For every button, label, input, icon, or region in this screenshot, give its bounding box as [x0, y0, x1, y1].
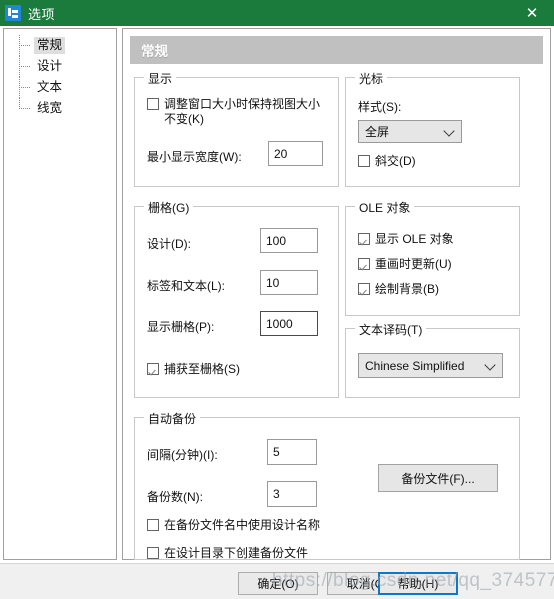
options-dialog: 选项 ✕ 常规 设计 文本 线宽 常规 显示 调整窗口大小时保持视图大小不变(K…: [0, 0, 554, 599]
backup-files-button[interactable]: 备份文件(F)...: [378, 464, 498, 492]
text-decode-value: Chinese Simplified: [365, 358, 465, 373]
backup-count-input[interactable]: 3: [267, 481, 317, 507]
create-in-design-dir-checkbox[interactable]: 在设计目录下创建备份文件: [147, 546, 308, 561]
backup-count-label: 备份数(N):: [147, 490, 203, 504]
tree-branch-icon: [16, 35, 34, 56]
sidebar-item-general[interactable]: 常规: [4, 35, 116, 56]
checkbox-box: [358, 155, 370, 167]
group-autobackup-legend: 自动备份: [144, 410, 201, 427]
backup-interval-input[interactable]: 5: [267, 439, 317, 465]
settings-panel: 常规 显示 调整窗口大小时保持视图大小不变(K) 最小显示宽度(W): 20 光…: [122, 28, 551, 560]
grid-design-input[interactable]: 100: [260, 228, 318, 253]
group-grid: 栅格(G) 设计(D): 100 标签和文本(L): 10 显示栅格(P): 1…: [134, 199, 339, 398]
snap-to-grid-label: 捕获至栅格(S): [164, 362, 240, 376]
cursor-style-label: 样式(S):: [358, 100, 402, 114]
group-cursor-legend: 光标: [355, 70, 388, 87]
category-tree[interactable]: 常规 设计 文本 线宽: [3, 28, 117, 560]
group-cursor: 光标 样式(S): 全屏 斜交(D): [345, 70, 520, 187]
oblique-checkbox[interactable]: 斜交(D): [358, 154, 416, 169]
chevron-down-icon: [443, 124, 455, 137]
dialog-body: 常规 设计 文本 线宽 常规 显示 调整窗口大小时保持视图大小不变(K) 最小显…: [0, 26, 554, 563]
tree-branch-icon: [16, 77, 34, 98]
grid-display-label: 显示栅格(P):: [147, 320, 215, 334]
text-decode-select[interactable]: Chinese Simplified: [358, 353, 503, 378]
create-in-design-dir-label: 在设计目录下创建备份文件: [164, 546, 309, 560]
snap-to-grid-checkbox[interactable]: 捕获至栅格(S): [147, 362, 240, 377]
cursor-style-select[interactable]: 全屏: [358, 120, 462, 143]
group-text-decode-legend: 文本译码(T): [355, 321, 427, 338]
app-icon: [5, 5, 21, 21]
oblique-label: 斜交(D): [375, 154, 416, 168]
use-design-name-checkbox[interactable]: 在备份文件名中使用设计名称: [147, 518, 320, 533]
tree-branch-icon: [16, 98, 34, 119]
keep-view-size-checkbox[interactable]: 调整窗口大小时保持视图大小不变(K): [147, 97, 327, 127]
grid-label-text-input[interactable]: 10: [260, 270, 318, 295]
ok-button[interactable]: 确定(O): [238, 572, 318, 595]
sidebar-item-label: 文本: [37, 80, 63, 94]
group-autobackup: 自动备份 间隔(分钟)(I): 5 备份数(N): 3 在备份文件名中使用设计名…: [134, 410, 520, 561]
checkbox-box: [147, 547, 159, 559]
backup-interval-label: 间隔(分钟)(I):: [147, 448, 218, 462]
checkbox-box: [147, 363, 159, 375]
grid-label-text-label: 标签和文本(L):: [147, 279, 226, 293]
page-title: 常规: [141, 44, 168, 59]
sidebar-item-label: 线宽: [37, 101, 63, 115]
update-on-redraw-checkbox[interactable]: 重画时更新(U): [358, 257, 452, 272]
cursor-style-value: 全屏: [365, 125, 390, 139]
dialog-footer: 确定(O) 取消(C) 帮助(H): [0, 563, 554, 599]
close-icon[interactable]: ✕: [510, 0, 554, 26]
group-display: 显示 调整窗口大小时保持视图大小不变(K) 最小显示宽度(W): 20: [134, 70, 339, 187]
grid-design-label: 设计(D):: [147, 237, 191, 251]
checkbox-box: [147, 98, 159, 110]
checkbox-box: [358, 283, 370, 295]
sidebar-item-label: 设计: [37, 59, 63, 73]
checkbox-box: [358, 258, 370, 270]
group-display-legend: 显示: [144, 70, 177, 87]
keep-view-size-label: 调整窗口大小时保持视图大小不变(K): [164, 97, 321, 126]
group-ole-legend: OLE 对象: [355, 199, 415, 216]
group-grid-legend: 栅格(G): [144, 199, 194, 216]
help-button[interactable]: 帮助(H): [378, 572, 458, 595]
show-ole-objects-checkbox[interactable]: 显示 OLE 对象: [358, 232, 454, 247]
group-ole: OLE 对象 显示 OLE 对象 重画时更新(U) 绘制背景(B): [345, 199, 520, 316]
sidebar-item-text[interactable]: 文本: [4, 77, 116, 98]
grid-display-input[interactable]: 1000: [260, 311, 318, 336]
window-title: 选项: [28, 6, 56, 22]
sidebar-item-label: 常规: [34, 37, 66, 54]
draw-background-label: 绘制背景(B): [375, 282, 439, 296]
sidebar-item-design[interactable]: 设计: [4, 56, 116, 77]
group-text-decode: 文本译码(T) Chinese Simplified: [345, 321, 520, 398]
use-design-name-label: 在备份文件名中使用设计名称: [164, 518, 321, 532]
show-ole-objects-label: 显示 OLE 对象: [375, 232, 454, 246]
update-on-redraw-label: 重画时更新(U): [375, 257, 452, 271]
min-width-label: 最小显示宽度(W):: [147, 150, 242, 164]
tree-branch-icon: [16, 56, 34, 77]
checkbox-box: [358, 233, 370, 245]
titlebar: 选项 ✕: [0, 0, 554, 26]
page-header: 常规: [130, 36, 543, 64]
min-width-input[interactable]: 20: [268, 141, 323, 166]
chevron-down-icon: [484, 358, 496, 371]
checkbox-box: [147, 519, 159, 531]
draw-background-checkbox[interactable]: 绘制背景(B): [358, 282, 439, 297]
sidebar-item-linewidth[interactable]: 线宽: [4, 98, 116, 119]
